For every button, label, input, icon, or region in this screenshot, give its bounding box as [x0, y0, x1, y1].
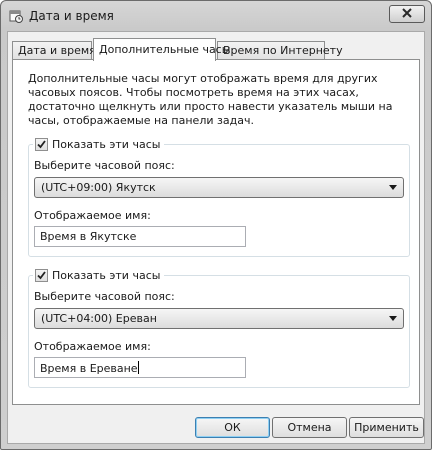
date-time-window: Дата и время Дата и время Дополнительные…: [0, 0, 432, 450]
close-button[interactable]: [389, 5, 425, 23]
dropdown-arrow-icon: [389, 316, 397, 321]
window-title: Дата и время: [29, 9, 114, 23]
clock-group-1: Показать эти часы Выберите часовой пояс:…: [28, 137, 410, 257]
timezone-2-value: (UTC+04:00) Ереван: [41, 312, 157, 325]
display-name-2-value: Время в Ереване: [40, 362, 138, 375]
display-name-1-label: Отображаемое имя:: [34, 209, 151, 222]
tab-additional-clocks[interactable]: Дополнительные часы: [93, 38, 230, 61]
show-clock-2-checkbox[interactable]: [35, 269, 48, 282]
show-clock-1-checkbox[interactable]: [35, 138, 48, 151]
clock-group-2: Показать эти часы Выберите часовой пояс:…: [28, 268, 410, 388]
additional-clocks-panel: Дополнительные часы могут отображать вре…: [12, 59, 420, 405]
panel-description: Дополнительные часы могут отображать вре…: [28, 72, 393, 127]
display-name-2-input[interactable]: Время в Ереване: [34, 357, 246, 378]
title-bar[interactable]: Дата и время: [1, 1, 431, 31]
display-name-2-label: Отображаемое имя:: [34, 340, 151, 353]
timezone-1-select[interactable]: (UTC+09:00) Якутск: [34, 177, 404, 198]
apply-button[interactable]: Применить: [349, 417, 424, 438]
dropdown-arrow-icon: [389, 185, 397, 190]
show-clock-1-label: Показать эти часы: [52, 138, 161, 151]
cancel-button[interactable]: Отмена: [272, 417, 347, 438]
display-name-1-value: Время в Якутске: [40, 230, 137, 243]
ok-button[interactable]: ОК: [195, 417, 270, 438]
text-caret: [137, 361, 139, 374]
tab-internet-time[interactable]: Время по Интернету: [217, 41, 343, 60]
show-clock-2-label: Показать эти часы: [52, 269, 161, 282]
close-icon: [402, 7, 412, 21]
checkmark-icon: [37, 271, 46, 280]
timezone-2-label: Выберите часовой пояс:: [34, 290, 175, 303]
calendar-clock-icon: [9, 9, 23, 23]
display-name-1-input[interactable]: Время в Якутске: [34, 226, 246, 247]
dialog-client-area: Дата и время Дополнительные часы Время п…: [7, 31, 425, 444]
show-clock-1-checkbox-row[interactable]: Показать эти часы: [33, 137, 165, 152]
show-clock-2-checkbox-row[interactable]: Показать эти часы: [33, 268, 165, 283]
timezone-1-label: Выберите часовой пояс:: [34, 159, 175, 172]
timezone-2-select[interactable]: (UTC+04:00) Ереван: [34, 308, 404, 329]
tab-date-time[interactable]: Дата и время: [12, 41, 96, 60]
timezone-1-value: (UTC+09:00) Якутск: [41, 181, 156, 194]
checkmark-icon: [37, 140, 46, 149]
